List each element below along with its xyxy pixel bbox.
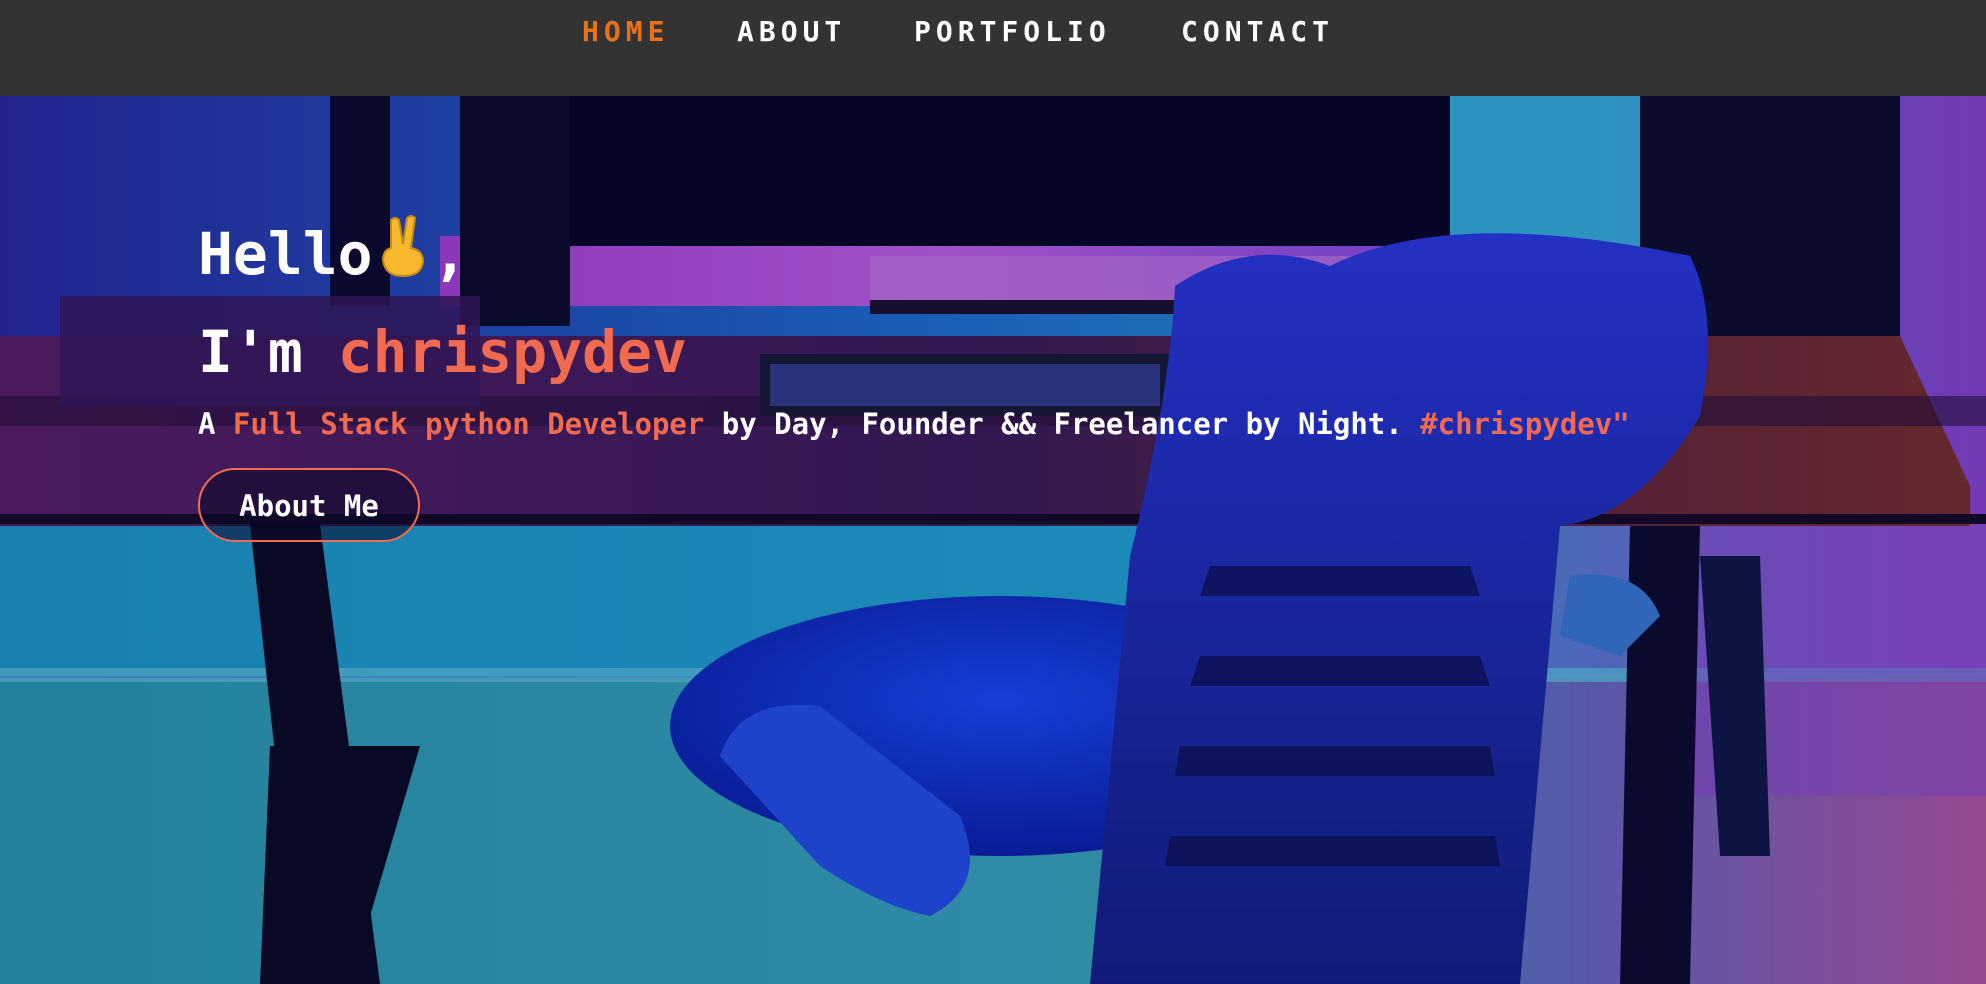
greeting-punct: , — [432, 220, 468, 288]
hero-section: Hello , I'm chrispydev A Full Stack pyth… — [0, 96, 1986, 984]
hero-greeting: Hello , — [198, 214, 468, 290]
greeting-text: Hello — [198, 220, 373, 288]
hero-name: chrispydev — [337, 318, 687, 386]
hero-intro: I'm chrispydev — [198, 316, 687, 388]
tagline-highlight: Full Stack python Developer — [232, 407, 705, 441]
tagline-prefix: A — [198, 407, 233, 441]
hero-content: Hello , I'm chrispydev A Full Stack pyth… — [0, 96, 1986, 984]
nav-contact-link[interactable]: CONTACT — [1181, 14, 1334, 50]
top-navbar: HOME ABOUT PORTFOLIO CONTACT — [0, 0, 1986, 96]
nav-portfolio-link[interactable]: PORTFOLIO — [914, 14, 1111, 50]
hero-tagline: A Full Stack python Developer by Day, Fo… — [198, 406, 1630, 442]
victory-hand-icon — [381, 215, 424, 278]
nav-links: HOME ABOUT PORTFOLIO CONTACT — [0, 14, 1986, 54]
about-me-button[interactable]: About Me — [198, 468, 420, 542]
nav-home-link[interactable]: HOME — [582, 14, 669, 50]
intro-prefix: I'm — [198, 318, 338, 386]
tagline-hashtag: #chrispydev" — [1420, 407, 1630, 441]
nav-about-link[interactable]: ABOUT — [737, 14, 846, 50]
tagline-middle: by Day, Founder && Freelancer by Night. — [704, 407, 1421, 441]
